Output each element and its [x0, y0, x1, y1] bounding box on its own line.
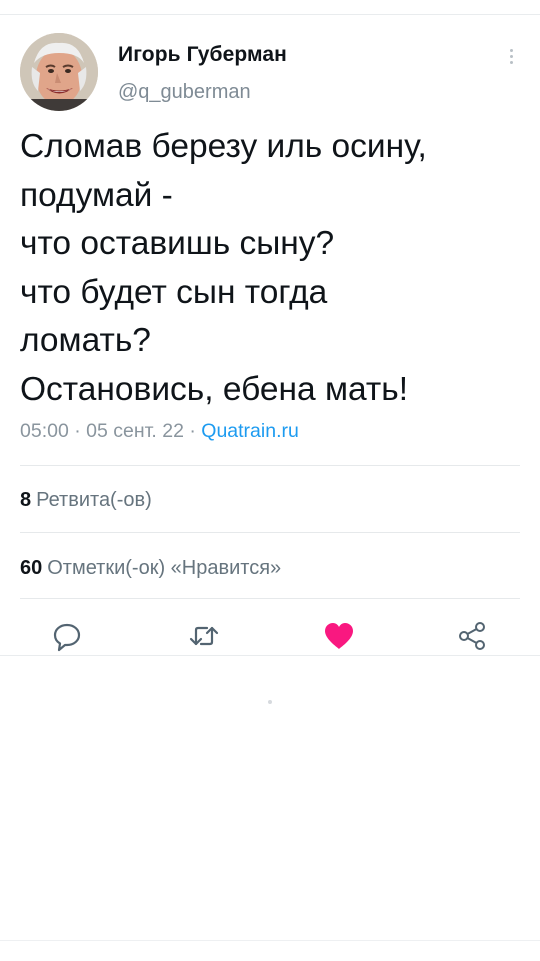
share-button[interactable] [456, 619, 490, 653]
likes-count: 60 [20, 557, 43, 579]
footer-divider [0, 940, 540, 941]
share-icon [459, 622, 485, 650]
heart-icon [325, 623, 353, 649]
tweet-time: 05:00 [20, 420, 69, 442]
avatar-image [20, 33, 98, 111]
retweets-label: Ретвита(-ов) [36, 489, 152, 511]
retweet-button[interactable] [187, 619, 221, 653]
tweet-date: 05 сент. 22 [86, 420, 184, 442]
loading-dot [268, 700, 272, 704]
avatar[interactable] [20, 33, 98, 111]
more-options-icon[interactable] [506, 49, 516, 69]
top-divider [0, 14, 540, 15]
likes-label: Отметки(-ок) «Нравится» [47, 557, 282, 579]
reply-button[interactable] [50, 619, 84, 653]
divider [20, 598, 520, 599]
author-name[interactable]: Игорь Губерман [118, 43, 287, 67]
divider [20, 465, 520, 466]
likes-stat[interactable]: 60 Отметки(-ок) «Нравится» [20, 557, 281, 580]
retweet-icon [189, 626, 219, 646]
tweet-source-link[interactable]: Quatrain.ru [201, 420, 299, 442]
tweet-meta: 05:00 · 05 сент. 22 · Quatrain.ru [20, 420, 299, 443]
retweets-stat[interactable]: 8 Ретвита(-ов) [20, 489, 152, 512]
meta-separator: · [74, 420, 81, 442]
tweet-header: Игорь Губерман @q_guberman [20, 33, 520, 115]
like-button[interactable] [322, 619, 356, 653]
author-handle[interactable]: @q_guberman [118, 81, 251, 104]
meta-separator: · [189, 420, 196, 442]
tweet-text: Сломав березу иль осину, подумай - что о… [20, 128, 427, 408]
retweets-count: 8 [20, 489, 32, 511]
bottom-divider [0, 655, 540, 656]
action-bar [0, 617, 540, 657]
reply-icon [53, 623, 81, 652]
divider [20, 532, 520, 533]
